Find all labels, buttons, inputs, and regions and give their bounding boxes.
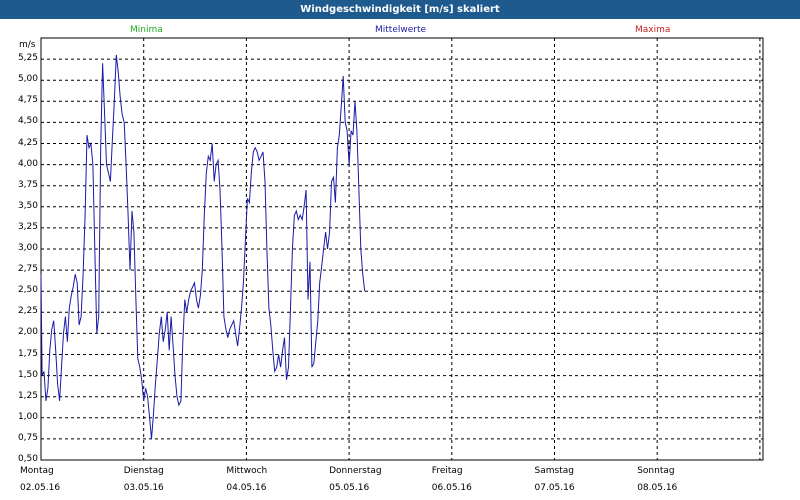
x-tick-day-label: Mittwoch xyxy=(226,466,268,476)
x-tick-date-label: 08.05.16 xyxy=(637,483,678,493)
y-tick-label: 1,25 xyxy=(17,390,38,401)
y-tick-label: 2,75 xyxy=(17,264,38,275)
x-tick-day-label: Freitag xyxy=(431,466,463,476)
y-tick-label: 1,00 xyxy=(17,411,38,422)
x-tick-date-label: 04.05.16 xyxy=(226,483,267,493)
y-tick-label: 1,50 xyxy=(17,369,38,380)
y-tick-label: 4,75 xyxy=(17,95,38,106)
x-tick-date-label: 05.05.16 xyxy=(329,483,370,493)
y-tick-label: 2,25 xyxy=(17,306,38,317)
y-tick-label: 4,25 xyxy=(17,137,38,148)
y-tick-label: 0,75 xyxy=(17,432,38,443)
y-tick-label: 3,25 xyxy=(17,221,38,232)
y-tick-label: 2,00 xyxy=(17,327,38,338)
x-tick-day-label: Dienstag xyxy=(123,466,164,476)
series-line-mittelwerte xyxy=(40,54,366,439)
y-tick-label: 3,75 xyxy=(17,179,38,190)
x-tick-day-label: Donnerstag xyxy=(329,466,382,476)
x-tick-date-label: 06.05.16 xyxy=(431,483,472,493)
x-tick-day-label: Montag xyxy=(20,466,54,476)
x-tick-date-label: 02.05.16 xyxy=(20,483,61,493)
line-chart xyxy=(40,37,764,461)
y-tick-label: 4,50 xyxy=(17,116,38,127)
y-tick-label: 5,00 xyxy=(17,74,38,85)
x-tick-day-label: Samstag xyxy=(534,466,574,476)
x-tick-day-label: Sonntag xyxy=(637,466,675,476)
y-tick-label: 1,75 xyxy=(17,348,38,359)
y-tick-label: 3,50 xyxy=(17,200,38,211)
y-tick-label: 2,50 xyxy=(17,285,38,296)
y-tick-label: 0,50 xyxy=(17,454,38,464)
y-tick-label: 4,00 xyxy=(17,158,38,169)
y-tick-label: 3,00 xyxy=(17,243,38,253)
x-tick-date-label: 07.05.16 xyxy=(534,483,575,493)
x-tick-date-label: 03.05.16 xyxy=(123,483,164,493)
y-tick-label: 5,25 xyxy=(17,53,38,64)
